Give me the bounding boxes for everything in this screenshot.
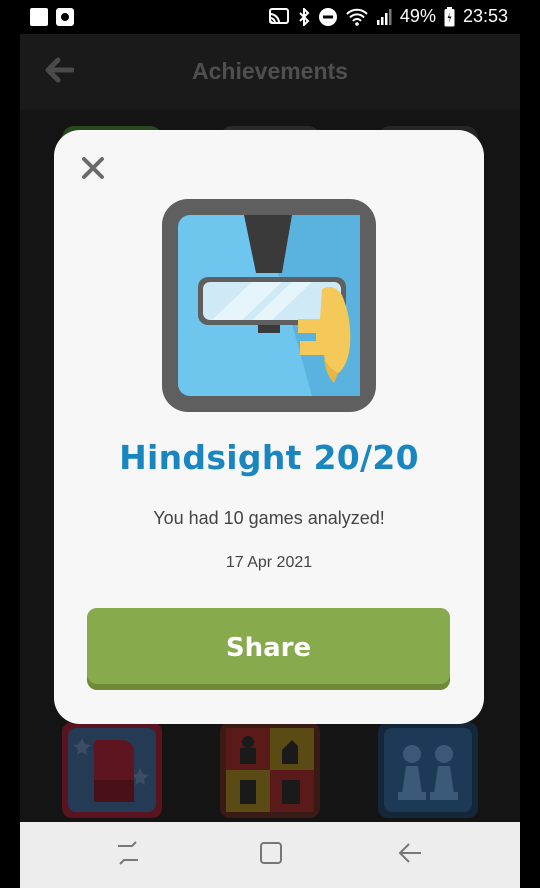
cast-icon (268, 7, 289, 24)
clock: 23:53 (462, 6, 508, 26)
achievement-title: Hindsight 20/20 (119, 438, 419, 477)
close-icon[interactable] (78, 154, 108, 184)
status-bar: 49% 23:53 (0, 0, 540, 34)
battery-percent: 49% (399, 6, 436, 26)
status-indicators: 49% 23:53 (268, 6, 508, 27)
home-icon[interactable] (250, 840, 290, 870)
share-button[interactable]: Share (87, 608, 450, 690)
system-nav-bar (20, 822, 520, 888)
rearview-mirror-icon (162, 199, 376, 412)
battery-icon (444, 6, 455, 26)
boxing-glove-icon (73, 738, 149, 802)
achievement-description: You had 10 games analyzed! (153, 508, 385, 528)
share-button-label: Share (87, 608, 450, 684)
chess-pieces-icon (226, 728, 314, 812)
record-notification-icon (56, 8, 74, 26)
achievement-tile-chess-pieces[interactable] (220, 722, 320, 818)
bluetooth-icon (299, 7, 310, 26)
pawns-handshake-icon (398, 745, 458, 800)
back-nav-icon[interactable] (390, 840, 430, 870)
status-notifications (30, 8, 74, 26)
achievement-dialog: Hindsight 20/20 You had 10 games analyze… (54, 130, 484, 724)
do-not-disturb-icon (318, 7, 337, 26)
achievement-tile-boxing[interactable] (62, 722, 162, 818)
page-title: Achievements (192, 58, 348, 84)
achievement-date: 17 Apr 2021 (225, 554, 313, 571)
achievement-tile-pawns[interactable] (378, 722, 478, 818)
signal-icon (376, 8, 392, 25)
notification-icon (30, 8, 48, 26)
wifi-icon (346, 8, 368, 26)
app-bar: Achievements (20, 34, 520, 110)
recent-apps-icon[interactable] (108, 840, 148, 870)
